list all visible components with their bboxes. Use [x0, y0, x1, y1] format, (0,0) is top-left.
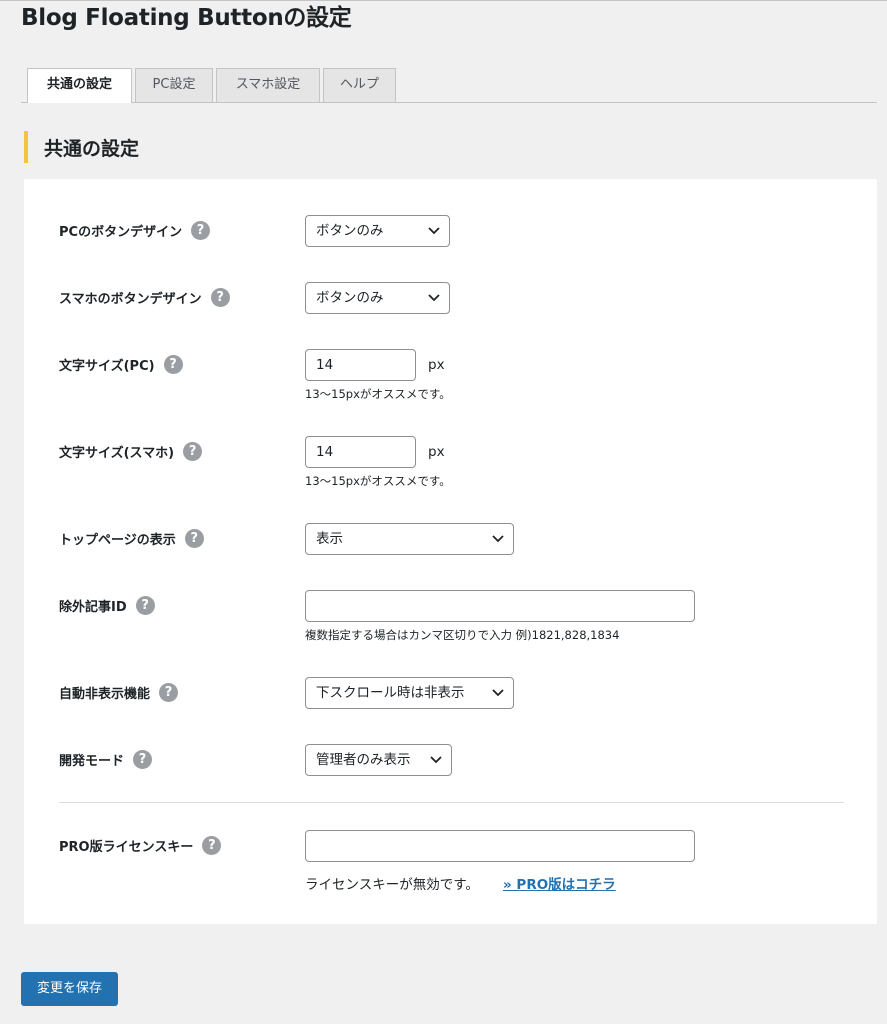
- font-size-sp-label: 文字サイズ(スマホ) ?: [59, 442, 203, 461]
- chevron-down-icon: [428, 294, 440, 302]
- exclude-ids-label-text: 除外記事ID: [59, 600, 127, 615]
- tab-common-settings[interactable]: 共通の設定: [27, 68, 132, 103]
- help-icon[interactable]: ?: [183, 442, 203, 461]
- font-size-pc-input[interactable]: 14: [305, 349, 416, 381]
- exclude-ids-input[interactable]: [305, 590, 695, 622]
- font-size-pc-hint: 13〜15pxがオススメです。: [305, 387, 451, 401]
- help-icon[interactable]: ?: [163, 355, 183, 374]
- font-size-sp-input[interactable]: 14: [305, 436, 416, 468]
- license-key-input[interactable]: [305, 830, 695, 862]
- license-key-label-text: PRO版ライセンスキー: [59, 840, 194, 855]
- font-size-pc-label-text: 文字サイズ(PC): [59, 359, 155, 374]
- top-page-display-label-text: トップページの表示: [59, 533, 176, 548]
- pc-button-design-label-text: PCのボタンデザイン: [59, 225, 183, 240]
- help-icon[interactable]: ?: [135, 596, 155, 615]
- top-page-display-select[interactable]: 表示: [305, 523, 514, 555]
- font-size-pc-label: 文字サイズ(PC) ?: [59, 355, 183, 374]
- font-size-sp-label-text: 文字サイズ(スマホ): [59, 446, 175, 461]
- exclude-ids-label: 除外記事ID ?: [59, 596, 155, 615]
- dev-mode-label-text: 開発モード: [59, 754, 125, 769]
- dev-mode-label: 開発モード ?: [59, 750, 153, 769]
- tab-bar-border: [21, 102, 877, 103]
- tab-help[interactable]: ヘルプ: [323, 68, 396, 102]
- license-key-label: PRO版ライセンスキー ?: [59, 836, 222, 855]
- chevron-down-icon: [492, 535, 504, 543]
- chevron-down-icon: [430, 756, 442, 764]
- page-title: Blog Floating Buttonの設定: [21, 5, 352, 31]
- sp-button-design-label: スマホのボタンデザイン ?: [59, 288, 230, 307]
- tab-smartphone-settings[interactable]: スマホ設定: [216, 68, 320, 102]
- help-icon[interactable]: ?: [202, 836, 222, 855]
- sp-button-design-select[interactable]: ボタンのみ: [305, 282, 450, 314]
- tab-pc-settings[interactable]: PC設定: [135, 68, 213, 102]
- dev-mode-value: 管理者のみ表示: [316, 752, 411, 768]
- pc-button-design-label: PCのボタンデザイン ?: [59, 221, 211, 240]
- help-icon[interactable]: ?: [133, 750, 153, 769]
- section-title: 共通の設定: [44, 138, 140, 160]
- help-icon[interactable]: ?: [191, 221, 211, 240]
- font-size-sp-hint: 13〜15pxがオススメです。: [305, 474, 451, 488]
- pc-button-design-select[interactable]: ボタンのみ: [305, 215, 450, 247]
- section-marker: [24, 131, 28, 163]
- help-icon[interactable]: ?: [159, 683, 179, 702]
- top-page-display-label: トップページの表示 ?: [59, 529, 204, 548]
- auto-hide-value: 下スクロール時は非表示: [316, 685, 465, 701]
- auto-hide-label-text: 自動非表示機能: [59, 687, 151, 702]
- chevron-down-icon: [492, 689, 504, 697]
- help-icon[interactable]: ?: [210, 288, 230, 307]
- dev-mode-select[interactable]: 管理者のみ表示: [305, 744, 452, 776]
- pc-button-design-value: ボタンのみ: [316, 223, 384, 239]
- auto-hide-label: 自動非表示機能 ?: [59, 683, 179, 702]
- sp-button-design-label-text: スマホのボタンデザイン: [59, 292, 202, 307]
- license-status: ライセンスキーが無効です。: [305, 877, 479, 893]
- section-divider: [59, 802, 844, 803]
- chevron-down-icon: [428, 227, 440, 235]
- save-changes-button[interactable]: 変更を保存: [21, 972, 118, 1006]
- sp-button-design-value: ボタンのみ: [316, 290, 384, 306]
- pro-version-link[interactable]: » PRO版はコチラ: [503, 873, 616, 893]
- font-size-sp-unit: px: [428, 444, 445, 460]
- auto-hide-select[interactable]: 下スクロール時は非表示: [305, 677, 514, 709]
- help-icon[interactable]: ?: [184, 529, 204, 548]
- font-size-pc-unit: px: [428, 357, 445, 373]
- exclude-ids-hint: 複数指定する場合はカンマ区切りで入力 例)1821,828,1834: [305, 628, 620, 642]
- top-page-display-value: 表示: [316, 531, 343, 547]
